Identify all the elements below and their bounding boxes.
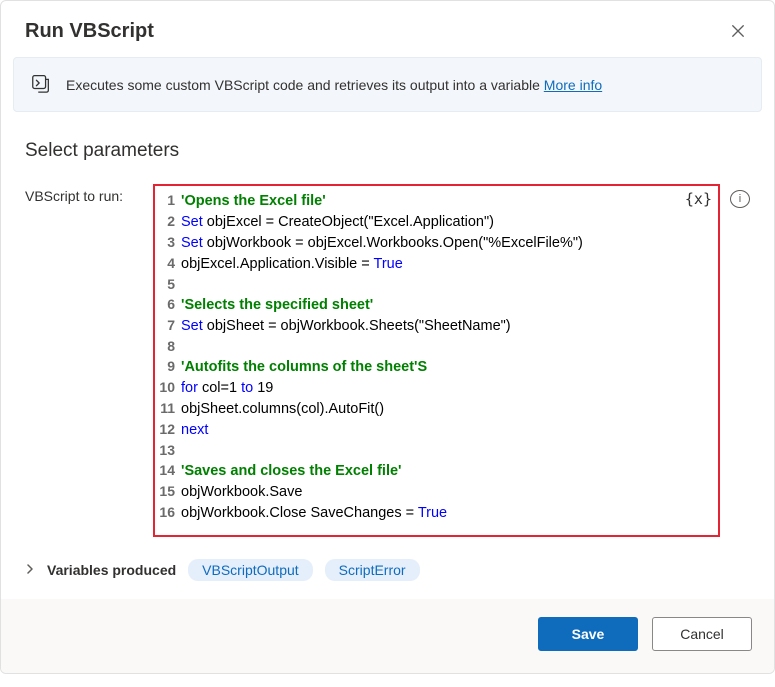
- info-banner: Executes some custom VBScript code and r…: [13, 57, 762, 112]
- line-number: 16: [155, 502, 181, 522]
- vbscript-param-row: VBScript to run: 1'Opens the Excel file'…: [25, 184, 750, 537]
- vbscript-label: VBScript to run:: [25, 184, 143, 204]
- line-number: 2: [155, 211, 181, 231]
- line-number: 3: [155, 232, 181, 252]
- variables-produced-label: Variables produced: [47, 562, 176, 578]
- cancel-button[interactable]: Cancel: [652, 617, 752, 651]
- code-line: 16objWorkbook.Close SaveChanges = True: [155, 502, 682, 523]
- code-line: 3Set objWorkbook = objExcel.Workbooks.Op…: [155, 232, 682, 253]
- banner-description: Executes some custom VBScript code and r…: [66, 77, 544, 93]
- line-number: 10: [155, 377, 181, 397]
- more-info-link[interactable]: More info: [544, 77, 602, 93]
- code-line: 2Set objExcel = CreateObject("Excel.Appl…: [155, 211, 682, 232]
- line-number: 15: [155, 481, 181, 501]
- variable-chip-error[interactable]: ScriptError: [325, 559, 420, 581]
- code-line: 13: [155, 440, 682, 460]
- code-line: 1'Opens the Excel file': [155, 190, 682, 211]
- save-button[interactable]: Save: [538, 617, 638, 651]
- line-number: 7: [155, 315, 181, 335]
- code-line: 9'Autofits the columns of the sheet'S: [155, 356, 682, 377]
- code-editor-wrap: 1'Opens the Excel file'2Set objExcel = C…: [153, 184, 720, 537]
- script-icon: [30, 72, 52, 97]
- code-content: objWorkbook.Save: [181, 482, 302, 502]
- insert-variable-icon[interactable]: {x}: [685, 190, 712, 208]
- code-line: 8: [155, 336, 682, 356]
- code-content: Set objWorkbook = objExcel.Workbooks.Ope…: [181, 233, 583, 253]
- variable-chip-output[interactable]: VBScriptOutput: [188, 559, 313, 581]
- info-icon[interactable]: i: [730, 190, 750, 208]
- line-number: 14: [155, 460, 181, 480]
- code-line: 4objExcel.Application.Visible = True: [155, 253, 682, 274]
- code-content: Set objSheet = objWorkbook.Sheets("Sheet…: [181, 316, 511, 336]
- code-content: next: [181, 420, 208, 440]
- line-number: 1: [155, 190, 181, 210]
- line-number: 11: [155, 398, 181, 418]
- code-content: 'Opens the Excel file': [181, 191, 326, 211]
- code-line: 6'Selects the specified sheet': [155, 294, 682, 315]
- code-content: objExcel.Application.Visible = True: [181, 254, 403, 274]
- code-line: 10for col=1 to 19: [155, 377, 682, 398]
- parameters-section: Select parameters VBScript to run: 1'Ope…: [1, 126, 774, 599]
- code-line: 12next: [155, 419, 682, 440]
- code-content: Set objExcel = CreateObject("Excel.Appli…: [181, 212, 494, 232]
- code-line: 14'Saves and closes the Excel file': [155, 460, 682, 481]
- line-number: 12: [155, 419, 181, 439]
- variables-produced-row: Variables produced VBScriptOutput Script…: [25, 555, 750, 591]
- vbscript-editor[interactable]: 1'Opens the Excel file'2Set objExcel = C…: [153, 184, 720, 537]
- chevron-right-icon[interactable]: [25, 563, 35, 577]
- line-number: 4: [155, 253, 181, 273]
- line-number: 9: [155, 356, 181, 376]
- dialog-header: Run VBScript: [1, 1, 774, 57]
- line-number: 13: [155, 440, 181, 460]
- line-number: 5: [155, 274, 181, 294]
- section-heading: Select parameters: [25, 140, 750, 162]
- code-content: 'Selects the specified sheet': [181, 295, 373, 315]
- code-line: 15objWorkbook.Save: [155, 481, 682, 502]
- code-content: objSheet.columns(col).AutoFit(): [181, 399, 384, 419]
- banner-text: Executes some custom VBScript code and r…: [66, 77, 602, 93]
- dialog-title: Run VBScript: [25, 20, 154, 43]
- code-line: 11objSheet.columns(col).AutoFit(): [155, 398, 682, 419]
- close-icon[interactable]: [726, 19, 750, 43]
- dialog-footer: Save Cancel: [1, 599, 774, 673]
- code-line: 5: [155, 274, 682, 294]
- code-content: 'Autofits the columns of the sheet'S: [181, 357, 427, 377]
- line-number: 6: [155, 294, 181, 314]
- code-content: objWorkbook.Close SaveChanges = True: [181, 503, 447, 523]
- code-line: 7Set objSheet = objWorkbook.Sheets("Shee…: [155, 315, 682, 336]
- line-number: 8: [155, 336, 181, 356]
- code-content: 'Saves and closes the Excel file': [181, 461, 401, 481]
- run-vbscript-dialog: Run VBScript Executes some custom VBScri…: [0, 0, 775, 674]
- code-content: for col=1 to 19: [181, 378, 273, 398]
